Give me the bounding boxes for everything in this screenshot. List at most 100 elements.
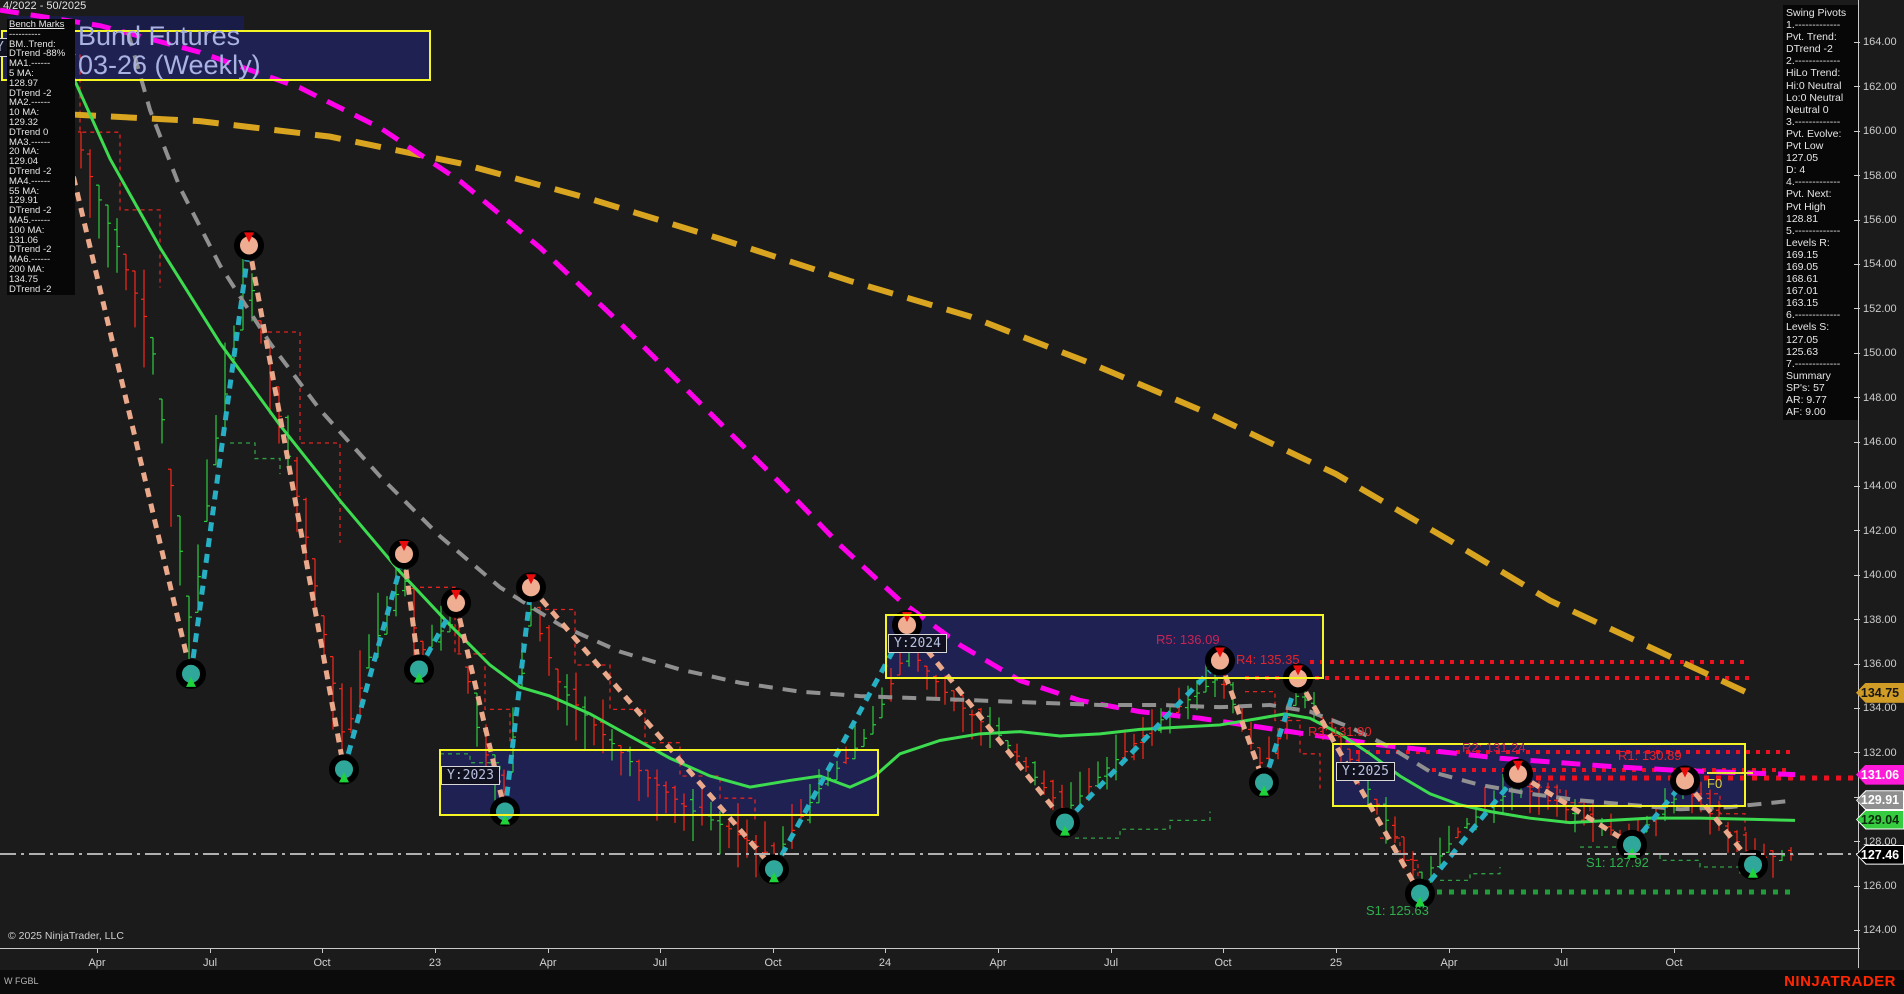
swing-pivots-line: 6.-------------	[1786, 309, 1855, 321]
swing-pivots-line: AR: 9.77	[1786, 394, 1855, 406]
price-chart-canvas[interactable]	[0, 0, 1860, 948]
time-label-jul[interactable]: Jul	[1554, 957, 1568, 969]
price-tick: 134.00	[1854, 702, 1897, 714]
bench-marks-line: Bench Marks	[9, 20, 73, 30]
time-label-apr[interactable]: Apr	[989, 957, 1006, 969]
time-label-jul[interactable]: Jul	[1104, 957, 1118, 969]
tick-dash-icon	[1854, 752, 1860, 753]
ma-line-20-ma	[68, 66, 1795, 823]
time-label-apr[interactable]: Apr	[539, 957, 556, 969]
price-marker-value: 129.04	[1857, 811, 1903, 829]
swing-segment-4	[404, 554, 419, 669]
bench-marks-line: 200 MA:	[9, 265, 73, 275]
time-tick	[548, 948, 549, 953]
bench-marks-line: MA5.------	[9, 216, 73, 226]
swing-segment-0	[55, 99, 191, 674]
swing-pivots-line: Levels R:	[1786, 237, 1855, 249]
tick-dash-icon	[1854, 175, 1860, 176]
swing-pivots-line: DTrend -2	[1786, 43, 1855, 55]
tick-dash-icon	[1854, 397, 1860, 398]
time-label-jul[interactable]: Jul	[653, 957, 667, 969]
swing-pivots-line: Summary	[1786, 370, 1855, 382]
time-label-oct[interactable]: Oct	[1665, 957, 1682, 969]
time-label-oct[interactable]: Oct	[764, 957, 781, 969]
time-label-apr[interactable]: Apr	[88, 957, 105, 969]
price-marker-131.06: 131.06	[1856, 765, 1904, 785]
bench-marks-line: 128.97	[9, 79, 73, 89]
bench-marks-line: 129.91	[9, 196, 73, 206]
time-tick	[660, 948, 661, 953]
footer-strip: W FGBL NINJATRADER	[0, 970, 1904, 994]
ninjatrader-logo: NINJATRADER	[1784, 973, 1896, 990]
swing-segment-3	[344, 554, 404, 769]
tick-dash-icon	[1854, 486, 1860, 487]
bench-marks-line: DTrend -2	[9, 206, 73, 216]
bench-marks-line: DTrend 0	[9, 128, 73, 138]
swing-pivots-line: HiLo Trend:	[1786, 67, 1855, 79]
time-label-25[interactable]: 25	[1330, 957, 1342, 969]
price-tick: 146.00	[1854, 436, 1897, 448]
hilo-stop-red-5	[1380, 838, 1418, 878]
price-marker-129.91: 129.91	[1856, 790, 1904, 810]
time-label-apr[interactable]: Apr	[1440, 957, 1457, 969]
price-marker-value: 129.91	[1857, 791, 1903, 809]
ma-line-200-ma	[70, 114, 1745, 691]
visible-range-text: 4/2022 - 50/2025	[3, 0, 86, 12]
level-label-r1: R1: 130.89	[1618, 748, 1682, 763]
price-marker-value: 127.46	[1857, 846, 1903, 864]
swing-pivots-line: AF: 9.00	[1786, 406, 1855, 418]
swing-pivots-line: D: 4	[1786, 164, 1855, 176]
year-range-label-y2025[interactable]: Y:2025	[1336, 762, 1395, 781]
year-range-label-y2024[interactable]: Y:2024	[888, 634, 947, 653]
price-tick: 148.00	[1854, 392, 1897, 404]
swing-pivots-line: SP's: 57	[1786, 382, 1855, 394]
price-tick: 154.00	[1854, 258, 1897, 270]
chart-title: Bund Futures 03-26 (Weekly)	[78, 22, 261, 80]
swing-pivots-line: Levels S:	[1786, 321, 1855, 333]
bench-marks-line: 129.32	[9, 118, 73, 128]
bench-marks-line: 55 MA:	[9, 187, 73, 197]
swing-pivots-line: 1.-------------	[1786, 19, 1855, 31]
time-label-oct[interactable]: Oct	[1214, 957, 1231, 969]
swing-pivots-line: 167.01	[1786, 285, 1855, 297]
tick-dash-icon	[1854, 353, 1860, 354]
tick-dash-icon	[1854, 530, 1860, 531]
swing-pivots-line: 169.15	[1786, 249, 1855, 261]
hilo-stop-green-2	[1075, 812, 1210, 839]
time-axis-border	[0, 948, 1860, 949]
time-label-jul[interactable]: Jul	[203, 957, 217, 969]
tick-dash-icon	[1854, 886, 1860, 887]
price-marker-value: 134.75	[1856, 683, 1904, 703]
time-tick	[435, 948, 436, 953]
price-tick: 150.00	[1854, 347, 1897, 359]
tick-dash-icon	[1854, 442, 1860, 443]
time-tick	[998, 948, 999, 953]
tick-dash-icon	[1854, 220, 1860, 221]
swing-pivots-indicator-panel: Swing Pivots1.-------------Pvt. Trend:DT…	[1783, 5, 1858, 420]
copyright-text: © 2025 NinjaTrader, LLC	[8, 930, 124, 942]
swing-pivots-line: 4.-------------	[1786, 176, 1855, 188]
time-label-24[interactable]: 24	[879, 957, 891, 969]
swing-pivots-line: 3.-------------	[1786, 116, 1855, 128]
level-label-f0: F0	[1707, 776, 1722, 791]
swing-pivots-line: Pvt Low	[1786, 140, 1855, 152]
level-label-r5: R5: 136.09	[1156, 632, 1220, 647]
bench-marks-line: 10 MA:	[9, 108, 73, 118]
price-tick: 132.00	[1854, 747, 1897, 759]
year-range-label-y2023[interactable]: Y:2023	[441, 766, 500, 785]
tick-dash-icon	[1854, 664, 1860, 665]
time-tick	[1561, 948, 1562, 953]
level-label-r3: R3: 131.90	[1308, 724, 1372, 739]
swing-pivots-line: Neutral 0	[1786, 104, 1855, 116]
swing-pivots-line: Lo:0 Neutral	[1786, 92, 1855, 104]
chart-title-line1: Bund Futures	[78, 22, 261, 51]
time-label-23[interactable]: 23	[429, 957, 441, 969]
level-label-s1b: S1: 125.63	[1366, 903, 1429, 918]
time-label-oct[interactable]: Oct	[313, 957, 330, 969]
bench-marks-line: DTrend -2	[9, 285, 73, 295]
swing-pivots-line: 2.-------------	[1786, 55, 1855, 67]
swing-pivots-line: Pvt. Evolve:	[1786, 128, 1855, 140]
bench-marks-line: MA4.------	[9, 177, 73, 187]
bench-marks-line: 131.06	[9, 236, 73, 246]
price-marker-127.46: 127.46	[1856, 845, 1904, 865]
